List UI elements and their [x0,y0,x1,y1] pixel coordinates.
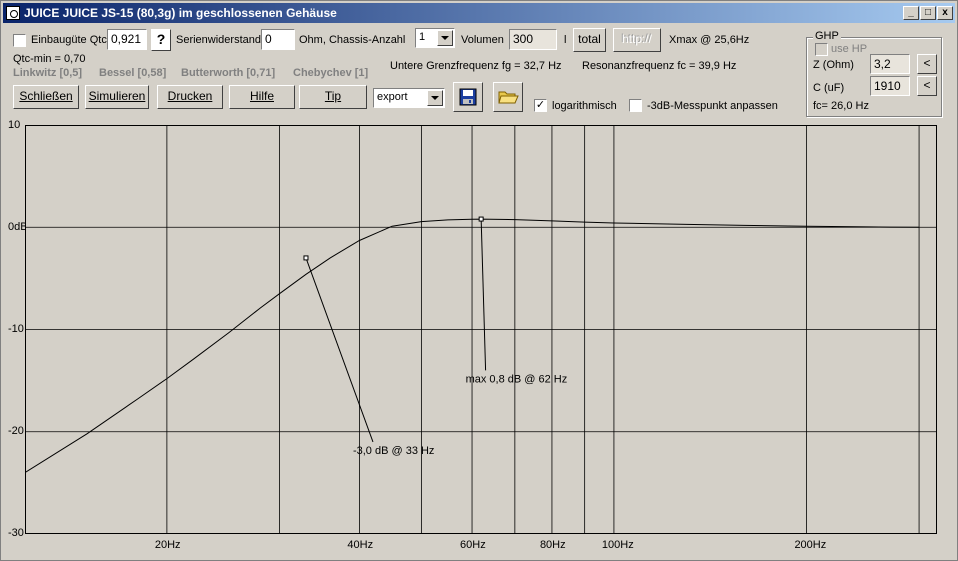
preset-bessel[interactable]: Bessel [0,58] [99,67,166,79]
export-value: export [377,91,408,103]
einbau-checkbox[interactable] [13,34,26,47]
y-tick-label: -30 [8,527,24,539]
preset-butterworth[interactable]: Butterworth [0,71] [181,67,275,79]
schliessen-button[interactable]: Schließen [13,85,79,109]
y-tick-label: -20 [8,425,24,437]
maximize-button[interactable]: □ [920,6,936,20]
preset-linkwitz[interactable]: Linkwitz [0,5] [13,67,82,79]
close-button[interactable]: x [937,6,953,20]
serien-input[interactable]: 0 [261,29,295,50]
x-tick-label: 20Hz [154,539,181,551]
volumen-label: Volumen [461,34,504,46]
chevron-down-icon[interactable] [437,30,453,46]
window-title: JUICE JUICE JS-15 (80,3g) im geschlossen… [24,6,337,20]
annotation-marker [303,255,309,261]
export-select[interactable]: export [373,88,445,108]
floppy-disk-icon [459,88,477,106]
z-apply-button[interactable]: < [917,54,937,74]
simulieren-button[interactable]: Simulieren [85,85,149,109]
ghp-title: GHP [813,30,841,42]
ohm-chassis-label: Ohm, Chassis-Anzahl [299,34,406,46]
qtc-input[interactable]: 0,921 [107,29,147,50]
ghp-fc-text: fc= 26,0 Hz [813,100,869,112]
logarithmisch-checkbox[interactable]: ✓ [534,99,547,112]
simulation-window: JUICE JUICE JS-15 (80,3g) im geschlossen… [0,0,958,561]
annotation-leader [480,219,487,371]
fc-text: Resonanzfrequenz fc = 39,9 Hz [582,60,737,72]
total-button[interactable]: total [573,28,606,52]
drucken-button[interactable]: Drucken [157,85,223,109]
tip-button[interactable]: Tip [299,85,367,109]
ghp-group: GHP use HP Z (Ohm) 3,2 < C (uF) 1910 < f… [806,30,942,117]
open-folder-icon [498,91,519,104]
fg-text: Untere Grenzfrequenz fg = 32,7 Hz [390,60,562,72]
c-apply-button[interactable]: < [917,76,937,96]
use-hp-label: use HP [831,43,868,55]
db3-label: -3dB-Messpunkt anpassen [647,100,778,112]
qtc-min-text: Qtc-min = 0,70 [13,53,86,65]
einbau-label: Einbaugüte Qtc [31,34,107,46]
x-tick-label: 100Hz [601,539,634,551]
serien-label: Serienwiderstand [176,34,261,46]
liter-unit: l [564,34,567,46]
annotation-label: -3,0 dB @ 33 Hz [353,445,434,457]
volumen-input[interactable]: 300 [509,29,557,50]
use-hp-checkbox[interactable] [815,43,828,56]
chassis-count-value: 1 [419,31,426,43]
z-label: Z (Ohm) [813,59,854,71]
c-label: C (uF) [813,82,845,94]
annotation-leader [305,257,374,443]
y-tick-label: -10 [8,323,24,335]
app-icon [6,6,20,20]
y-tick-label: 10 [8,119,21,131]
title-bar[interactable]: JUICE JUICE JS-15 (80,3g) im geschlossen… [3,3,955,23]
xmax-text: Xmax @ 25,6Hz [669,34,750,46]
x-tick-label: 200Hz [794,539,827,551]
save-button[interactable] [453,82,483,112]
x-tick-label: 80Hz [539,539,566,551]
http-button[interactable]: http:// [613,28,661,52]
chassis-count-select[interactable]: 1 [415,28,455,48]
preset-chebychev[interactable]: Chebychev [1] [293,67,368,79]
z-input[interactable]: 3,2 [870,54,910,74]
minimize-button[interactable]: _ [903,6,919,20]
db3-checkbox[interactable] [629,99,642,112]
open-button[interactable] [493,82,523,112]
qtc-help-button[interactable]: ? [151,29,171,51]
hilfe-button[interactable]: Hilfe [229,85,295,109]
c-input[interactable]: 1910 [870,76,910,96]
chevron-down-icon[interactable] [427,90,443,106]
annotation-marker [478,216,484,222]
annotation-label: max 0,8 dB @ 62 Hz [466,373,568,385]
x-tick-label: 40Hz [347,539,374,551]
logarithmisch-label: logarithmisch [552,100,617,112]
frequency-response-chart: -3,0 dB @ 33 Hz max 0,8 dB @ 62 Hz [25,125,937,534]
x-tick-label: 60Hz [460,539,486,551]
